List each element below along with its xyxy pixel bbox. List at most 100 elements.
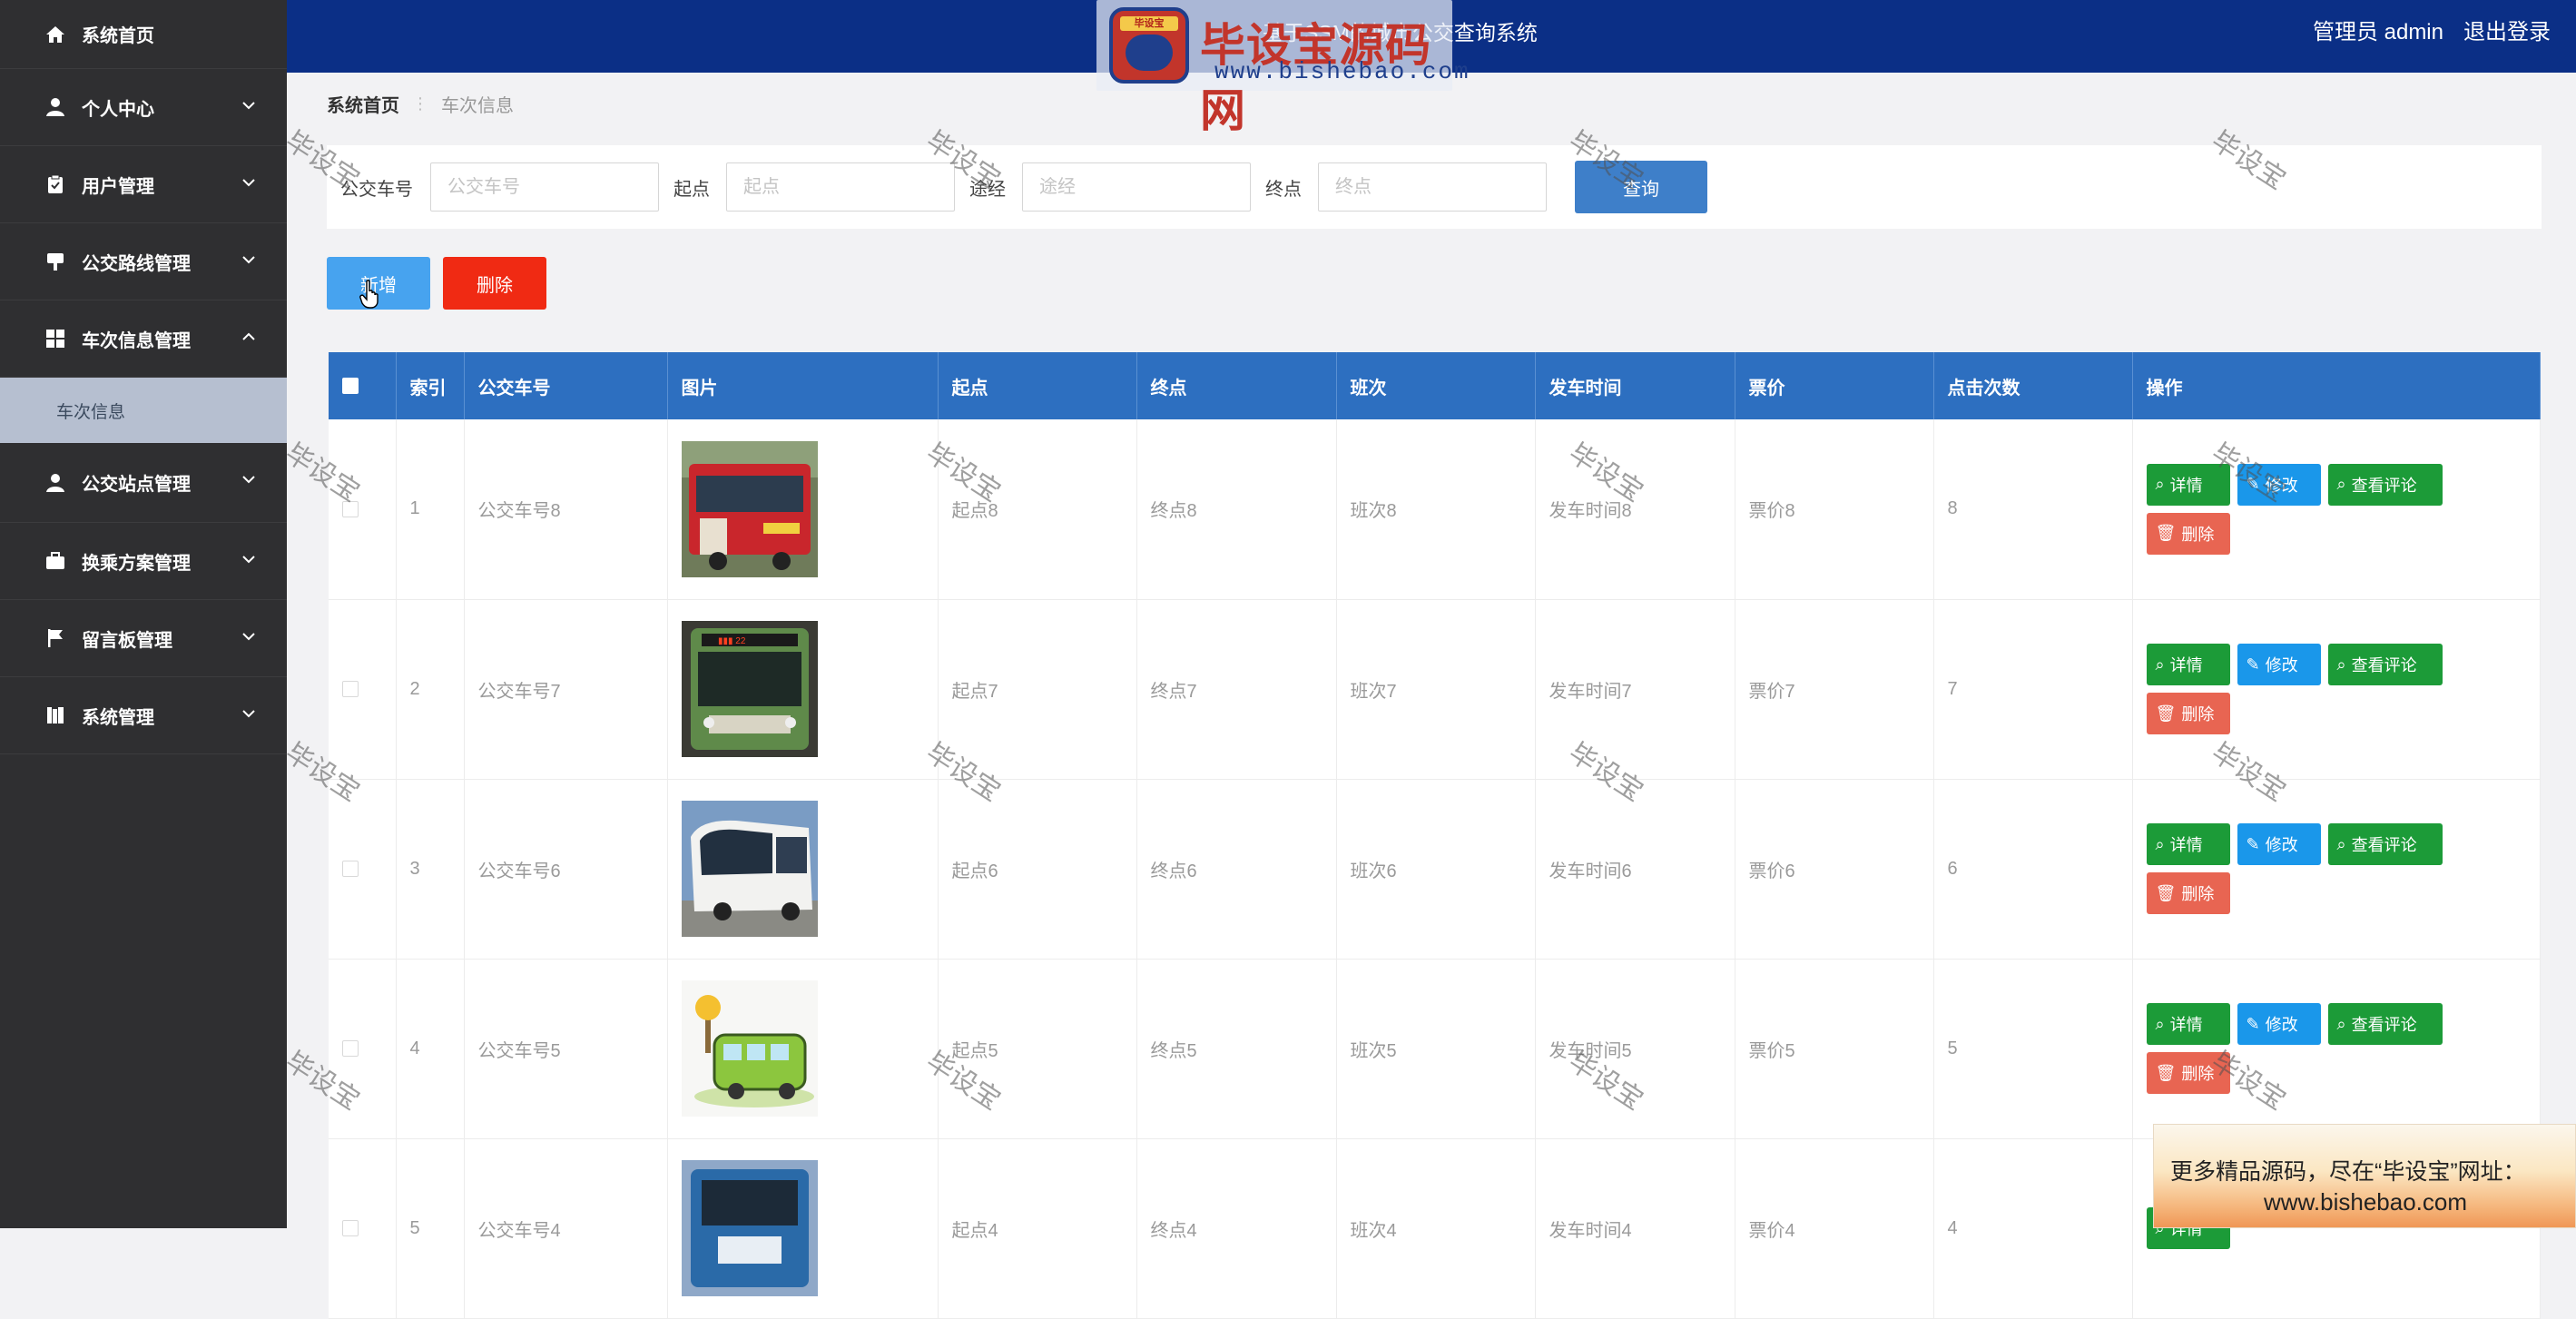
logout-link[interactable]: 退出登录 (2463, 0, 2551, 65)
sidebar-item-user-management[interactable]: 用户管理 (0, 146, 287, 223)
promo-url[interactable]: www.bishebao.com (2154, 1188, 2576, 1216)
search-icon: ⌕ (2336, 655, 2346, 674)
bus-no-cell: 公交车号8 (464, 419, 668, 600)
view-comments-button[interactable]: ⌕ 查看评论 (2327, 644, 2443, 685)
delete-label: 删除 (2181, 1065, 2215, 1083)
row-checkbox[interactable] (342, 1220, 359, 1237)
search-icon: ⌕ (2336, 834, 2346, 853)
comments-label: 查看评论 (2351, 476, 2417, 495)
detail-button[interactable]: ⌕详情 (2146, 644, 2230, 685)
clicks-cell: 7 (1933, 599, 2133, 780)
sidebar: 系统首页 个人中心 用户管理 公交路线管理 车次信息管理 车次信息 公交站点管理… (0, 0, 287, 1228)
select-all-checkbox[interactable] (342, 378, 359, 395)
price-cell: 票价5 (1735, 959, 1934, 1139)
row-checkbox[interactable] (342, 1040, 359, 1058)
column-header: 发车时间 (1535, 352, 1735, 419)
index-cell: 2 (396, 599, 465, 780)
operations-cell: ⌕ 详情 ✎ 修改 ⌕ 查看评论 🗑 删除 (2132, 959, 2541, 1139)
trash-icon: 🗑 (2155, 883, 2177, 902)
start-cell: 起点5 (938, 959, 1137, 1139)
table-row: 3 公交车号6 起点6 终点6 班次6 发车时间6 票价6 6 ⌕ 详情 ✎ 修… (329, 779, 2541, 960)
price-cell: 票价6 (1735, 779, 1934, 960)
sidebar-item-label: 用户管理 (82, 176, 154, 197)
edit-button[interactable]: ✎ 修改 (2237, 823, 2321, 865)
trash-icon: 🗑 (2155, 1063, 2177, 1082)
book-icon (45, 705, 65, 725)
sidebar-subitem-label: 车次信息 (56, 402, 126, 422)
delete-button[interactable]: 删除 (443, 257, 546, 310)
table-row: 2 公交车号7 ▮▮▮ 22 起点7 终点7 班次7 发车时间7 票价7 7 ⌕… (329, 599, 2541, 780)
comments-label: 查看评论 (2351, 656, 2417, 674)
column-header: 起点 (938, 352, 1137, 419)
flag-icon (45, 628, 65, 648)
sidebar-item-transfer-plan-management[interactable]: 换乘方案管理 (0, 523, 287, 600)
column-header: 操作 (2132, 352, 2541, 419)
search-icon: ⌕ (2155, 834, 2165, 853)
row-checkbox[interactable] (342, 681, 359, 698)
edit-label: 修改 (2265, 656, 2298, 674)
sidebar-item-label: 公交站点管理 (82, 475, 191, 495)
sidebar-item-bus-route-management[interactable]: 公交路线管理 (0, 223, 287, 300)
end-label: 终点 (1265, 180, 1302, 200)
column-header: 图片 (667, 352, 939, 419)
shift-cell: 班次6 (1336, 779, 1536, 960)
edit-button[interactable]: ✎ 修改 (2237, 463, 2321, 506)
via-input[interactable] (1022, 162, 1251, 212)
sidebar-item-trip-info-management[interactable]: 车次信息管理 (0, 300, 287, 378)
row-delete-button[interactable]: 🗑 删除 (2146, 1052, 2230, 1094)
grid-icon (45, 329, 65, 349)
sidebar-item-home[interactable]: 系统首页 (0, 0, 287, 69)
detail-label: 详情 (2169, 656, 2203, 674)
row-select-cell (329, 779, 397, 960)
bus-no-input[interactable] (430, 162, 659, 212)
row-select-cell (329, 419, 397, 600)
row-checkbox[interactable] (342, 500, 359, 517)
edit-button[interactable]: ✎ 修改 (2237, 1003, 2321, 1045)
trash-icon: 🗑 (2155, 704, 2177, 723)
breadcrumb-separator-icon: ⋮ (412, 94, 428, 113)
view-comments-button[interactable]: ⌕ 查看评论 (2327, 463, 2443, 506)
detail-button[interactable]: ⌕详情 (2146, 1003, 2230, 1045)
shift-cell: 班次7 (1336, 599, 1536, 780)
search-icon: ⌕ (2155, 475, 2165, 494)
end-cell: 终点5 (1136, 959, 1337, 1139)
table-row: 1 公交车号8 起点8 终点8 班次8 发车时间8 票价8 8 ⌕ 详情 ✎ 修… (329, 419, 2541, 600)
sidebar-item-system-management[interactable]: 系统管理 (0, 677, 287, 754)
view-comments-button[interactable]: ⌕ 查看评论 (2327, 1003, 2443, 1045)
bus-no-label: 公交车号 (340, 180, 413, 200)
depart-time-cell: 发车时间7 (1535, 599, 1735, 780)
delete-label: 删除 (2181, 525, 2215, 544)
sidebar-item-bus-stop-management[interactable]: 公交站点管理 (0, 443, 287, 523)
chevron-down-icon (242, 179, 255, 187)
end-input[interactable] (1318, 162, 1547, 212)
row-delete-button[interactable]: 🗑 删除 (2146, 872, 2230, 914)
row-checkbox[interactable] (342, 861, 359, 878)
admin-label: 管理员 admin (2312, 20, 2443, 44)
column-header: 班次 (1336, 352, 1536, 419)
breadcrumb-home[interactable]: 系统首页 (327, 91, 399, 117)
start-cell: 起点4 (938, 1138, 1137, 1319)
query-button[interactable]: 查询 (1575, 161, 1707, 213)
sidebar-item-personal-center[interactable]: 个人中心 (0, 69, 287, 146)
detail-button[interactable]: ⌕详情 (2146, 463, 2230, 506)
row-delete-button[interactable]: 🗑 删除 (2146, 512, 2230, 555)
via-label: 途经 (969, 180, 1006, 200)
sidebar-item-label: 车次信息管理 (82, 330, 191, 351)
sidebar-item-label: 个人中心 (82, 99, 154, 120)
pencil-icon: ✎ (2246, 655, 2260, 674)
start-input[interactable] (726, 162, 955, 212)
operations-cell: ⌕ 详情 ✎ 修改 ⌕ 查看评论 🗑 删除 (2132, 419, 2541, 600)
row-select-cell (329, 959, 397, 1139)
sidebar-subitem-trip-info[interactable]: 车次信息 (0, 378, 287, 443)
operations-cell: ⌕ 详情 ✎ 修改 ⌕ 查看评论 🗑 删除 (2132, 779, 2541, 960)
edit-button[interactable]: ✎ 修改 (2237, 644, 2321, 685)
detail-label: 详情 (2169, 1016, 2203, 1034)
chevron-up-icon (242, 332, 255, 340)
column-header: 票价 (1735, 352, 1934, 419)
sidebar-item-message-board-management[interactable]: 留言板管理 (0, 600, 287, 677)
detail-button[interactable]: ⌕详情 (2146, 823, 2230, 865)
logo-watermark: 毕设宝 毕设宝源码网 www.bishebao.com (1096, 0, 1469, 136)
row-delete-button[interactable]: 🗑 删除 (2146, 693, 2230, 734)
view-comments-button[interactable]: ⌕ 查看评论 (2327, 823, 2443, 865)
image-cell (667, 779, 939, 960)
